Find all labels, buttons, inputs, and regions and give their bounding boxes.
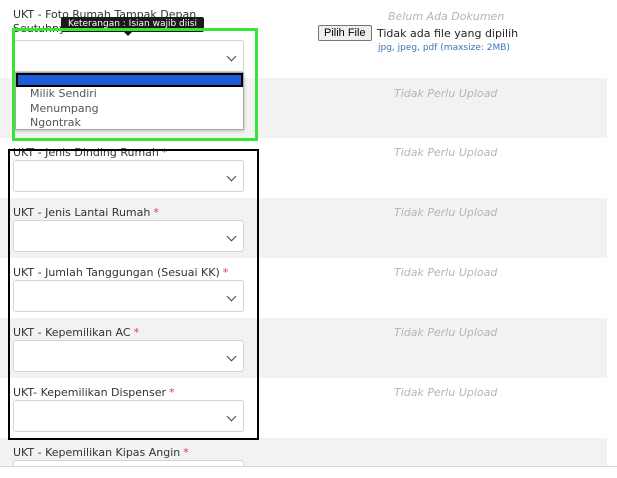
form-row: UKT- Kepemilikan Dispenser * Tidak Perlu … [0, 378, 607, 438]
chevron-down-icon [226, 171, 237, 182]
required-mark: * [183, 446, 189, 459]
status-rumah-dropdown[interactable]: Milik Sendiri Menumpang Ngontrak [15, 72, 244, 130]
chevron-down-icon [226, 291, 237, 302]
chevron-down-icon [226, 231, 237, 242]
status-rumah-select[interactable] [13, 40, 244, 72]
upload-status: Tidak Perlu Upload [394, 386, 498, 399]
file-type-hint: jpg, jpeg, pdf (maxsize: 2MB) [378, 43, 510, 53]
dropdown-option[interactable]: Menumpang [16, 102, 243, 117]
required-mark: * [169, 386, 175, 399]
required-mark: * [153, 206, 159, 219]
page-divider [0, 466, 617, 467]
upload-status: Tidak Perlu Upload [394, 87, 498, 100]
kepemilikan-ac-select[interactable] [13, 340, 244, 372]
chevron-down-icon [226, 51, 237, 62]
field-label: UKT - Jumlah Tanggungan (Sesuai KK) * [13, 266, 229, 279]
form-row: UKT - Jumlah Tanggungan (Sesuai KK) * Tid… [0, 258, 607, 318]
jumlah-tanggungan-select[interactable] [13, 280, 244, 312]
upload-status: Tidak Perlu Upload [394, 206, 498, 219]
dropdown-option[interactable]: Milik Sendiri [16, 87, 243, 102]
required-tooltip: Keterangan : Isian wajib diisi [61, 17, 204, 36]
required-mark: * [161, 146, 168, 159]
field-label: UKT - Jenis Dinding Rumah * [13, 146, 168, 159]
field-label: UKT - Kepemilikan Kipas Angin * [13, 446, 189, 459]
form-row: UKT - Jenis Lantai Rumah * Tidak Perlu Up… [0, 198, 607, 258]
chevron-down-icon [226, 411, 237, 422]
jenis-dinding-select[interactable] [13, 160, 244, 192]
field-label: UKT - Jenis Lantai Rumah * [13, 206, 159, 219]
dropdown-option-empty[interactable] [16, 73, 243, 87]
dropdown-option[interactable]: Ngontrak [16, 116, 243, 131]
upload-status: Tidak Perlu Upload [394, 146, 498, 159]
field-label: UKT - Kepemilikan AC * [13, 326, 140, 339]
choose-file-button[interactable]: Pilih File [318, 25, 372, 41]
document-status: Belum Ada Dokumen [388, 10, 505, 23]
upload-status: Tidak Perlu Upload [394, 326, 498, 339]
form-row: UKT - Jenis Dinding Rumah * Tidak Perlu U… [0, 138, 607, 198]
required-mark: * [133, 326, 140, 339]
jenis-lantai-select[interactable] [13, 220, 244, 252]
kepemilikan-dispenser-select[interactable] [13, 400, 244, 432]
form-row: UKT - Kepemilikan Kipas Angin * [0, 438, 607, 467]
form-row: UKT - Kepemilikan AC * Tidak Perlu Upload [0, 318, 607, 378]
chevron-down-icon [226, 351, 237, 362]
required-mark: * [222, 266, 229, 279]
field-label: UKT- Kepemilikan Dispenser * [13, 386, 175, 399]
upload-status: Tidak Perlu Upload [394, 266, 498, 279]
file-status-text: Tidak ada file yang dipilih [377, 27, 519, 40]
